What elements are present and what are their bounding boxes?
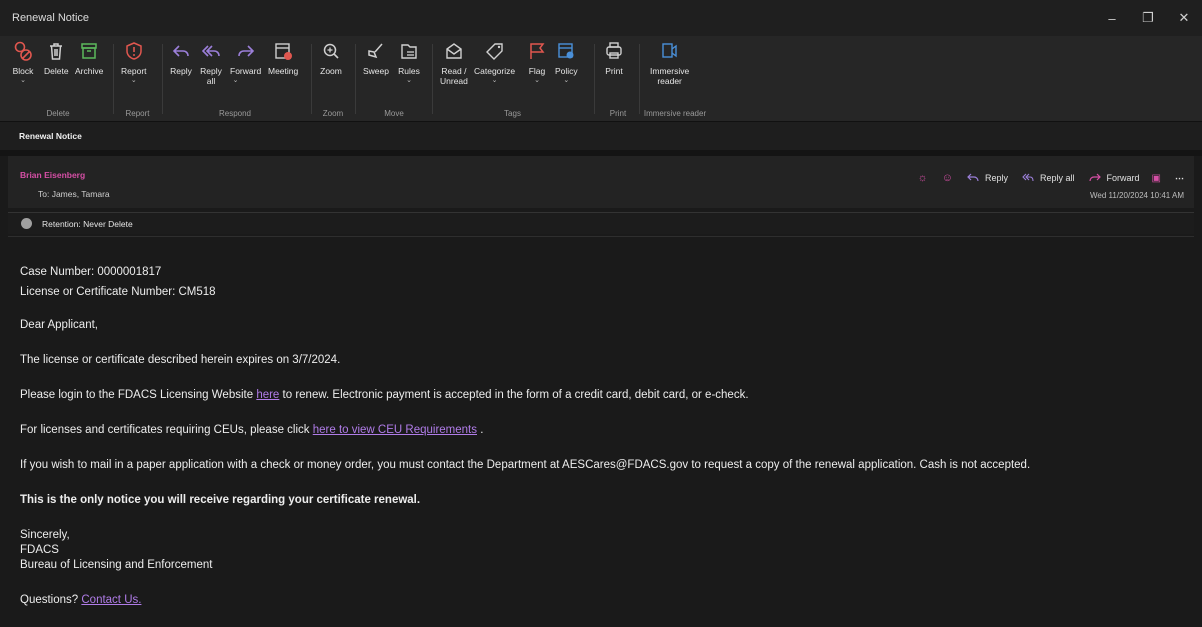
message-date: Wed 11/20/2024 10:41 AM bbox=[1090, 191, 1184, 200]
teams-icon[interactable]: ▣ bbox=[1152, 173, 1161, 184]
ceu-requirements-link[interactable]: here to view CEU Requirements bbox=[313, 424, 477, 436]
message-body: Case Number: 0000001817 License or Certi… bbox=[8, 236, 1194, 627]
recipients: To: James, Tamara bbox=[38, 189, 110, 199]
signature-bureau: Bureau of Licensing and Enforcement bbox=[20, 559, 213, 571]
message-actions: ☼ ☺ Reply Reply all Forward ▣ ⋯ bbox=[918, 172, 1184, 184]
forward-button[interactable]: Forward bbox=[1088, 173, 1140, 183]
group-label-tags: Tags bbox=[504, 109, 521, 118]
ribbon-divider bbox=[355, 44, 356, 114]
greeting: Dear Applicant, bbox=[20, 319, 98, 331]
group-label-immersive-reader: Immersive reader bbox=[643, 109, 707, 118]
subject-bar: Renewal Notice bbox=[0, 122, 1202, 150]
restore-button[interactable]: ❐ bbox=[1130, 0, 1166, 36]
info-icon bbox=[21, 218, 32, 229]
signature-org: FDACS bbox=[20, 544, 59, 556]
questions-line: Questions? Contact Us. bbox=[20, 594, 142, 606]
ceu-paragraph: For licenses and certificates requiring … bbox=[20, 424, 484, 436]
message-subject: Renewal Notice bbox=[19, 131, 82, 141]
close-button[interactable]: ✕ bbox=[1166, 0, 1202, 36]
contact-us-link[interactable]: Contact Us. bbox=[81, 594, 141, 606]
sender-name[interactable]: Brian Eisenberg bbox=[20, 170, 85, 180]
ribbon-divider bbox=[311, 44, 312, 114]
ribbon-divider bbox=[594, 44, 595, 114]
group-label-print: Print bbox=[609, 109, 627, 118]
reply-button[interactable]: Reply bbox=[967, 173, 1008, 183]
ribbon-divider bbox=[639, 44, 640, 114]
mail-paragraph: If you wish to mail in a paper applicati… bbox=[20, 459, 1031, 471]
more-options-icon[interactable]: ⋯ bbox=[1175, 173, 1184, 184]
forward-icon bbox=[1088, 173, 1101, 182]
group-label-respond: Respond bbox=[218, 109, 252, 118]
minimize-button[interactable]: – bbox=[1094, 0, 1130, 36]
ribbon-divider bbox=[162, 44, 163, 114]
group-label-zoom: Zoom bbox=[322, 109, 344, 118]
notice-paragraph: This is the only notice you will receive… bbox=[20, 494, 421, 506]
licensing-website-link[interactable]: here bbox=[256, 389, 279, 401]
reply-all-icon bbox=[1022, 173, 1034, 182]
group-label-move: Move bbox=[384, 109, 404, 118]
emoji-icon[interactable]: ☺ bbox=[942, 172, 953, 184]
reply-all-button[interactable]: Reply all bbox=[1022, 173, 1075, 183]
group-label-report: Report bbox=[125, 109, 150, 118]
case-number: Case Number: 0000001817 bbox=[20, 266, 162, 278]
expiry-text: The license or certificate described her… bbox=[20, 354, 341, 366]
window-title: Renewal Notice bbox=[12, 12, 90, 24]
login-paragraph: Please login to the FDACS Licensing Webs… bbox=[20, 389, 749, 401]
sincerely: Sincerely, bbox=[20, 529, 70, 541]
message-header: Brian Eisenberg To: James, Tamara ☼ ☺ Re… bbox=[8, 156, 1194, 208]
ribbon-divider bbox=[113, 44, 114, 114]
title-bar: Renewal Notice – ❐ ✕ bbox=[0, 0, 1202, 36]
license-number: License or Certificate Number: CM518 bbox=[20, 286, 216, 298]
sun-icon[interactable]: ☼ bbox=[918, 172, 928, 184]
retention-policy: Retention: Never Delete bbox=[42, 219, 133, 229]
group-label-delete: Delete bbox=[46, 109, 70, 118]
ribbon-divider bbox=[432, 44, 433, 114]
retention-bar: Retention: Never Delete bbox=[8, 212, 1194, 234]
ribbon-toolbar: Block ⌄ Delete Archive Delete Report ⌄ R… bbox=[0, 36, 1202, 122]
reply-icon bbox=[967, 173, 979, 182]
